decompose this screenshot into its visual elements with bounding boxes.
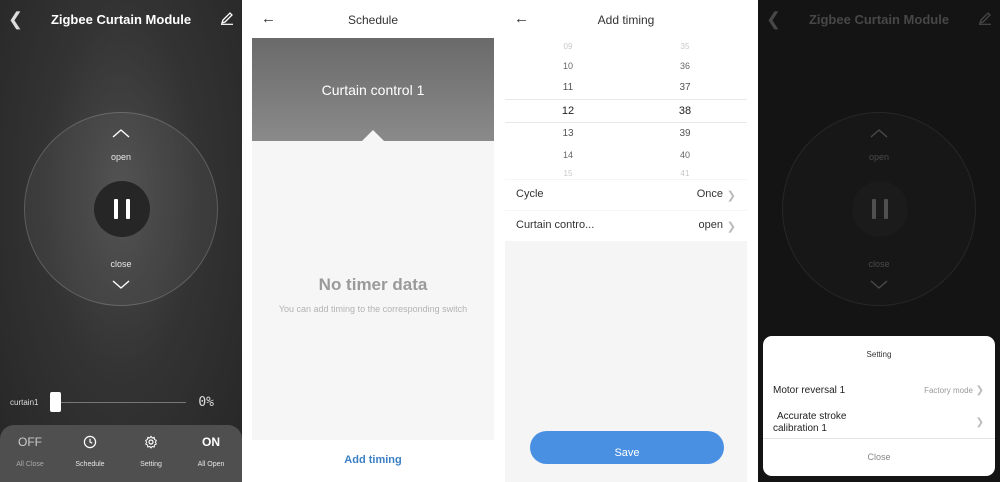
schedule-screen: ← Schedule Curtain control 1 No timer da… (252, 0, 494, 482)
on-icon: ON (202, 435, 220, 449)
close-button[interactable]: Close (763, 438, 995, 476)
chevron-right-icon: ❯ (726, 221, 736, 233)
gear-icon (121, 435, 181, 453)
hour-option[interactable]: 13 (538, 128, 598, 139)
position-readout: 0% (198, 395, 214, 410)
stroke-calibration-label-line2: calibration 1 (773, 423, 827, 434)
close-label: close (868, 259, 890, 269)
minute-option[interactable]: 35 (655, 42, 715, 51)
curtain-dial-dimmed: open close (782, 112, 976, 306)
schedule-label: Schedule (75, 461, 105, 468)
pause-button[interactable] (94, 181, 150, 237)
header: ← Add timing (505, 0, 747, 38)
empty-state: No timer data You can add timing to the … (252, 141, 494, 440)
curtain-control-label: Curtain contro... (516, 219, 595, 231)
minute-selected[interactable]: 38 (655, 105, 715, 117)
pause-icon (872, 199, 876, 219)
open-label[interactable]: open (25, 152, 217, 162)
minute-option[interactable]: 36 (655, 61, 715, 71)
minute-option[interactable]: 37 (655, 82, 715, 93)
setting-button[interactable]: Setting (121, 435, 181, 468)
off-icon: OFF (18, 435, 42, 449)
schedule-button[interactable]: Schedule (60, 435, 120, 468)
minute-option[interactable]: 39 (655, 128, 715, 139)
all-close-label: All Close (16, 461, 44, 468)
cycle-value: Once (696, 188, 723, 200)
chevron-right-icon: ❯ (726, 190, 736, 202)
hour-option[interactable]: 10 (538, 61, 598, 71)
open-chevron-up-icon (870, 129, 888, 138)
page-title: Schedule (347, 13, 399, 27)
edit-pencil-icon (978, 12, 991, 25)
setting-sheet: Setting Motor reversal 1 Factory mode ❯ … (763, 336, 995, 476)
curtain-dial: open close (24, 112, 218, 306)
hour-option[interactable]: 11 (538, 82, 598, 93)
position-slider-thumb[interactable] (50, 392, 61, 412)
hour-column[interactable]: 09 10 11 12 13 14 15 (538, 38, 598, 179)
empty-state-subtitle: You can add timing to the corresponding … (278, 304, 468, 314)
sheet-title: Setting (866, 350, 892, 359)
add-timing-screen: ← Add timing 09 10 11 12 13 14 15 35 36 37 38 39 40… (505, 0, 747, 482)
curtain-control-row[interactable]: Curtain contro... open ❯ (505, 211, 747, 241)
time-picker[interactable]: 09 10 11 12 13 14 15 35 36 37 38 39 40 41 (505, 38, 747, 179)
save-button[interactable]: Save (530, 431, 724, 464)
curtain-position-slider-row: curtain1 0% (0, 390, 242, 414)
minute-option[interactable]: 41 (655, 169, 715, 178)
minute-column[interactable]: 35 36 37 38 39 40 41 (655, 38, 715, 179)
cycle-label: Cycle (516, 188, 544, 200)
all-open-button[interactable]: ON All Open (181, 435, 241, 468)
page-title: Add timing (597, 13, 655, 27)
page-title: Zigbee Curtain Module (50, 12, 192, 27)
banner-notch (362, 130, 384, 141)
header: ❮ Zigbee Curtain Module (0, 0, 242, 40)
stroke-calibration-row[interactable]: Accurate stroke calibration 1 ❯ (763, 408, 995, 436)
device-banner: Curtain control 1 (252, 38, 494, 141)
curtain-control-value: open (698, 219, 723, 231)
header: ← Schedule (252, 0, 494, 38)
hour-option[interactable]: 15 (538, 169, 598, 178)
page-title: Zigbee Curtain Module (808, 12, 950, 27)
add-timing-button[interactable]: Add timing (252, 440, 494, 482)
pause-button-dimmed (852, 181, 908, 237)
header: ❮ Zigbee Curtain Module (758, 0, 1000, 40)
clock-icon (60, 435, 120, 453)
open-chevron-up-icon[interactable] (111, 127, 131, 139)
banner-device-name: Curtain control 1 (321, 82, 425, 98)
hour-option[interactable]: 14 (538, 150, 598, 160)
chevron-right-icon: ❯ (975, 417, 984, 428)
setting-label: Setting (140, 461, 162, 468)
motor-reversal-label: Motor reversal 1 (773, 385, 846, 396)
edit-pencil-icon[interactable] (220, 11, 234, 25)
close-label[interactable]: close (25, 259, 217, 269)
chevron-right-icon: ❯ (975, 385, 984, 396)
motor-reversal-row[interactable]: Motor reversal 1 Factory mode ❯ (763, 380, 995, 402)
position-slider-track[interactable] (56, 402, 186, 403)
stroke-calibration-label-line1: Accurate stroke (777, 411, 847, 422)
hour-option[interactable]: 09 (538, 42, 598, 51)
all-close-button[interactable]: OFF All Close (0, 435, 60, 468)
empty-state-title: No timer data (318, 275, 428, 294)
bottom-action-bar: OFF All Close Schedule Setting ON All Op… (0, 425, 242, 482)
curtain-name-label: curtain1 (10, 398, 39, 407)
curtain-control-screen: ❮ Zigbee Curtain Module open close curta… (0, 0, 242, 482)
open-label: open (868, 152, 890, 162)
close-chevron-down-icon (870, 280, 888, 289)
all-open-label: All Open (197, 461, 225, 468)
close-chevron-down-icon[interactable] (111, 279, 131, 291)
cycle-row[interactable]: Cycle Once ❯ (505, 180, 747, 210)
motor-reversal-value: Factory mode (924, 386, 973, 395)
minute-option[interactable]: 40 (655, 150, 715, 160)
pause-icon (114, 199, 118, 219)
hour-selected[interactable]: 12 (538, 105, 598, 117)
setting-dialog-screen: ❮ Zigbee Curtain Module open close Setti… (758, 0, 1000, 482)
